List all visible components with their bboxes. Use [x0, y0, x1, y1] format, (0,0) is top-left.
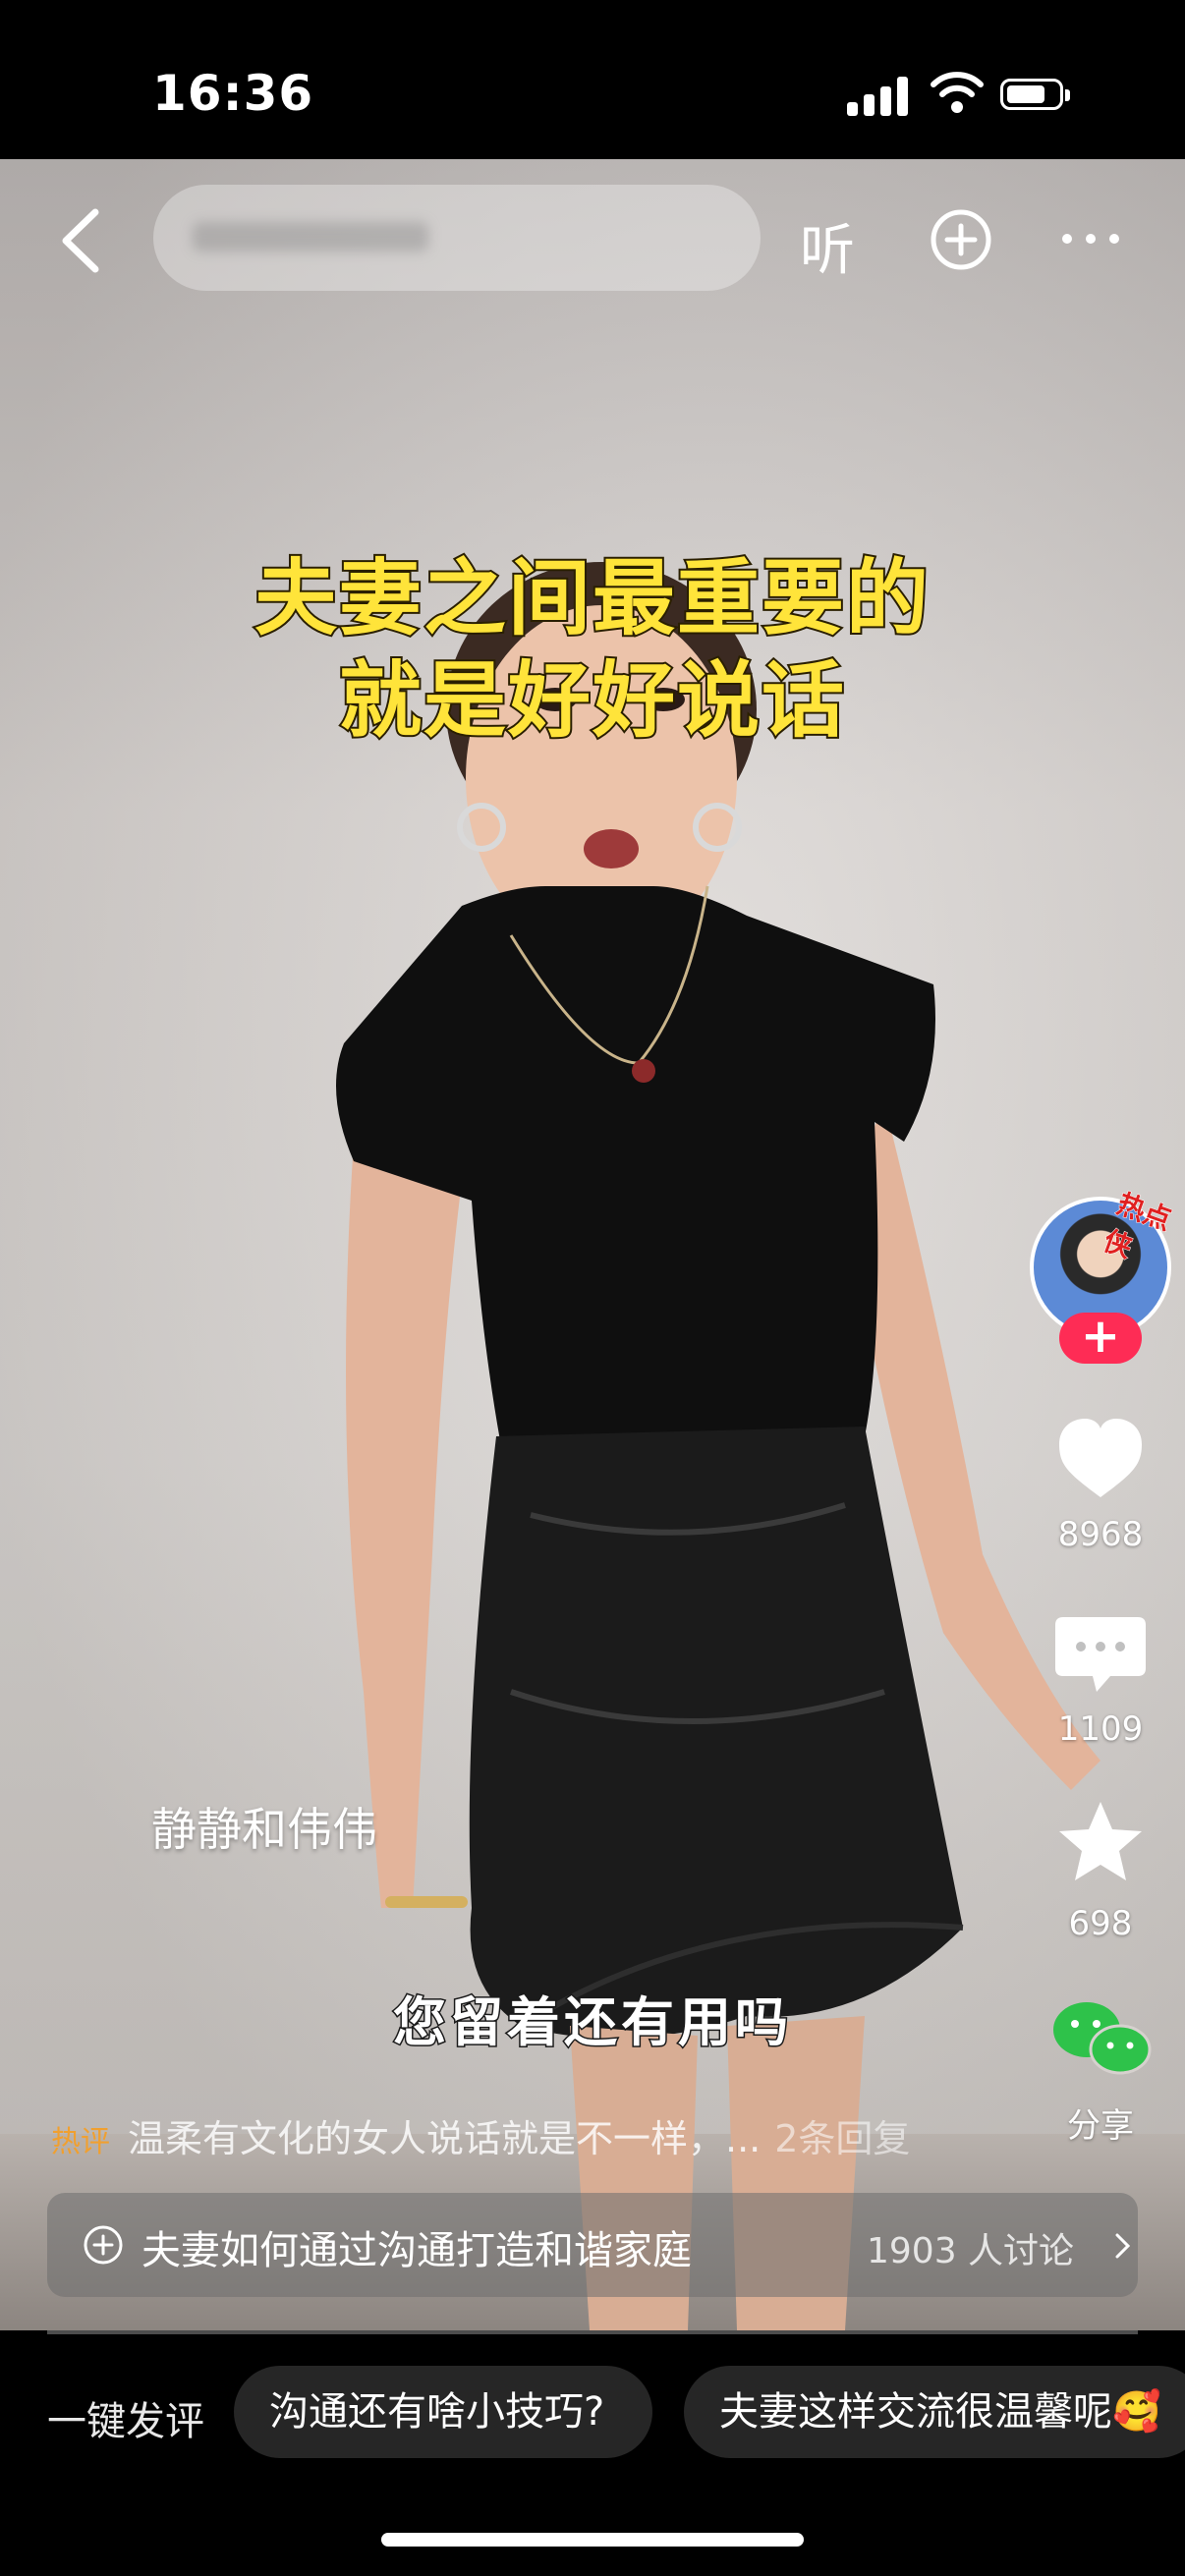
video-progress-bar[interactable] [47, 2330, 1138, 2334]
search-query-blurred [193, 222, 428, 252]
more-options-icon[interactable] [1059, 224, 1122, 253]
quick-comment-chip[interactable]: 沟通还有啥小技巧? [234, 2366, 652, 2458]
search-input[interactable] [153, 185, 761, 291]
chevron-right-icon [1115, 2233, 1131, 2259]
like-count: 8968 [1057, 1515, 1144, 1554]
hot-comment-text: 温柔有文化的女人说话就是不一样，... [128, 2117, 762, 2160]
favorite-star-icon[interactable] [1030, 1796, 1171, 1890]
video-subtitle: 您留着还有用吗 [392, 1989, 792, 2055]
cellular-signal-icon [847, 75, 908, 116]
comment-count: 1109 [1057, 1709, 1144, 1749]
video-caption-line1: 夫妻之间最重要的 [253, 547, 931, 648]
wifi-icon [931, 72, 984, 113]
share-label: 分享 [1067, 2106, 1134, 2146]
author-name[interactable]: 静静和伟伟 [151, 1794, 377, 1859]
back-arrow-icon[interactable] [54, 206, 113, 275]
comment-bubble-icon[interactable] [1030, 1609, 1171, 1698]
topic-bar[interactable]: 夫妻如何通过沟通打造和谐家庭 1903 人讨论 [47, 2193, 1138, 2297]
listen-button[interactable]: 听 [800, 206, 855, 286]
favorite-count: 698 [1068, 1904, 1133, 1943]
home-indicator[interactable] [381, 2533, 804, 2547]
add-circle-icon[interactable] [930, 208, 992, 271]
video-caption-line2: 就是好好说话 [337, 649, 846, 751]
hot-comment-replies[interactable]: 2条回复 [774, 2117, 910, 2160]
battery-icon [1000, 79, 1070, 110]
follow-button[interactable]: + [1059, 1313, 1142, 1364]
hot-comment-tag: 热评 [51, 2125, 110, 2159]
quick-comment-chip[interactable]: 夫妻这样交流很温馨呢🥰 [684, 2366, 1185, 2458]
hot-comment[interactable]: 热评 温柔有文化的女人说话就是不一样，... 2条回复 [51, 2108, 994, 2160]
topic-discussion-count: 1903 人讨论 [867, 2231, 1075, 2271]
wechat-share-icon[interactable] [1030, 1994, 1171, 2083]
status-bar: 16:36 [0, 0, 1185, 159]
topic-title: 夫妻如何通过沟通打造和谐家庭 [141, 2228, 692, 2273]
quick-comment-label[interactable]: 一键发评 [47, 2389, 204, 2446]
status-time: 16:36 [152, 65, 314, 122]
like-heart-icon[interactable] [1030, 1411, 1171, 1505]
add-topic-icon [84, 2225, 123, 2265]
video-player[interactable]: 夫妻之间最重要的 就是好好说话 您留着还有用吗 静静和伟伟 [0, 159, 1185, 2330]
